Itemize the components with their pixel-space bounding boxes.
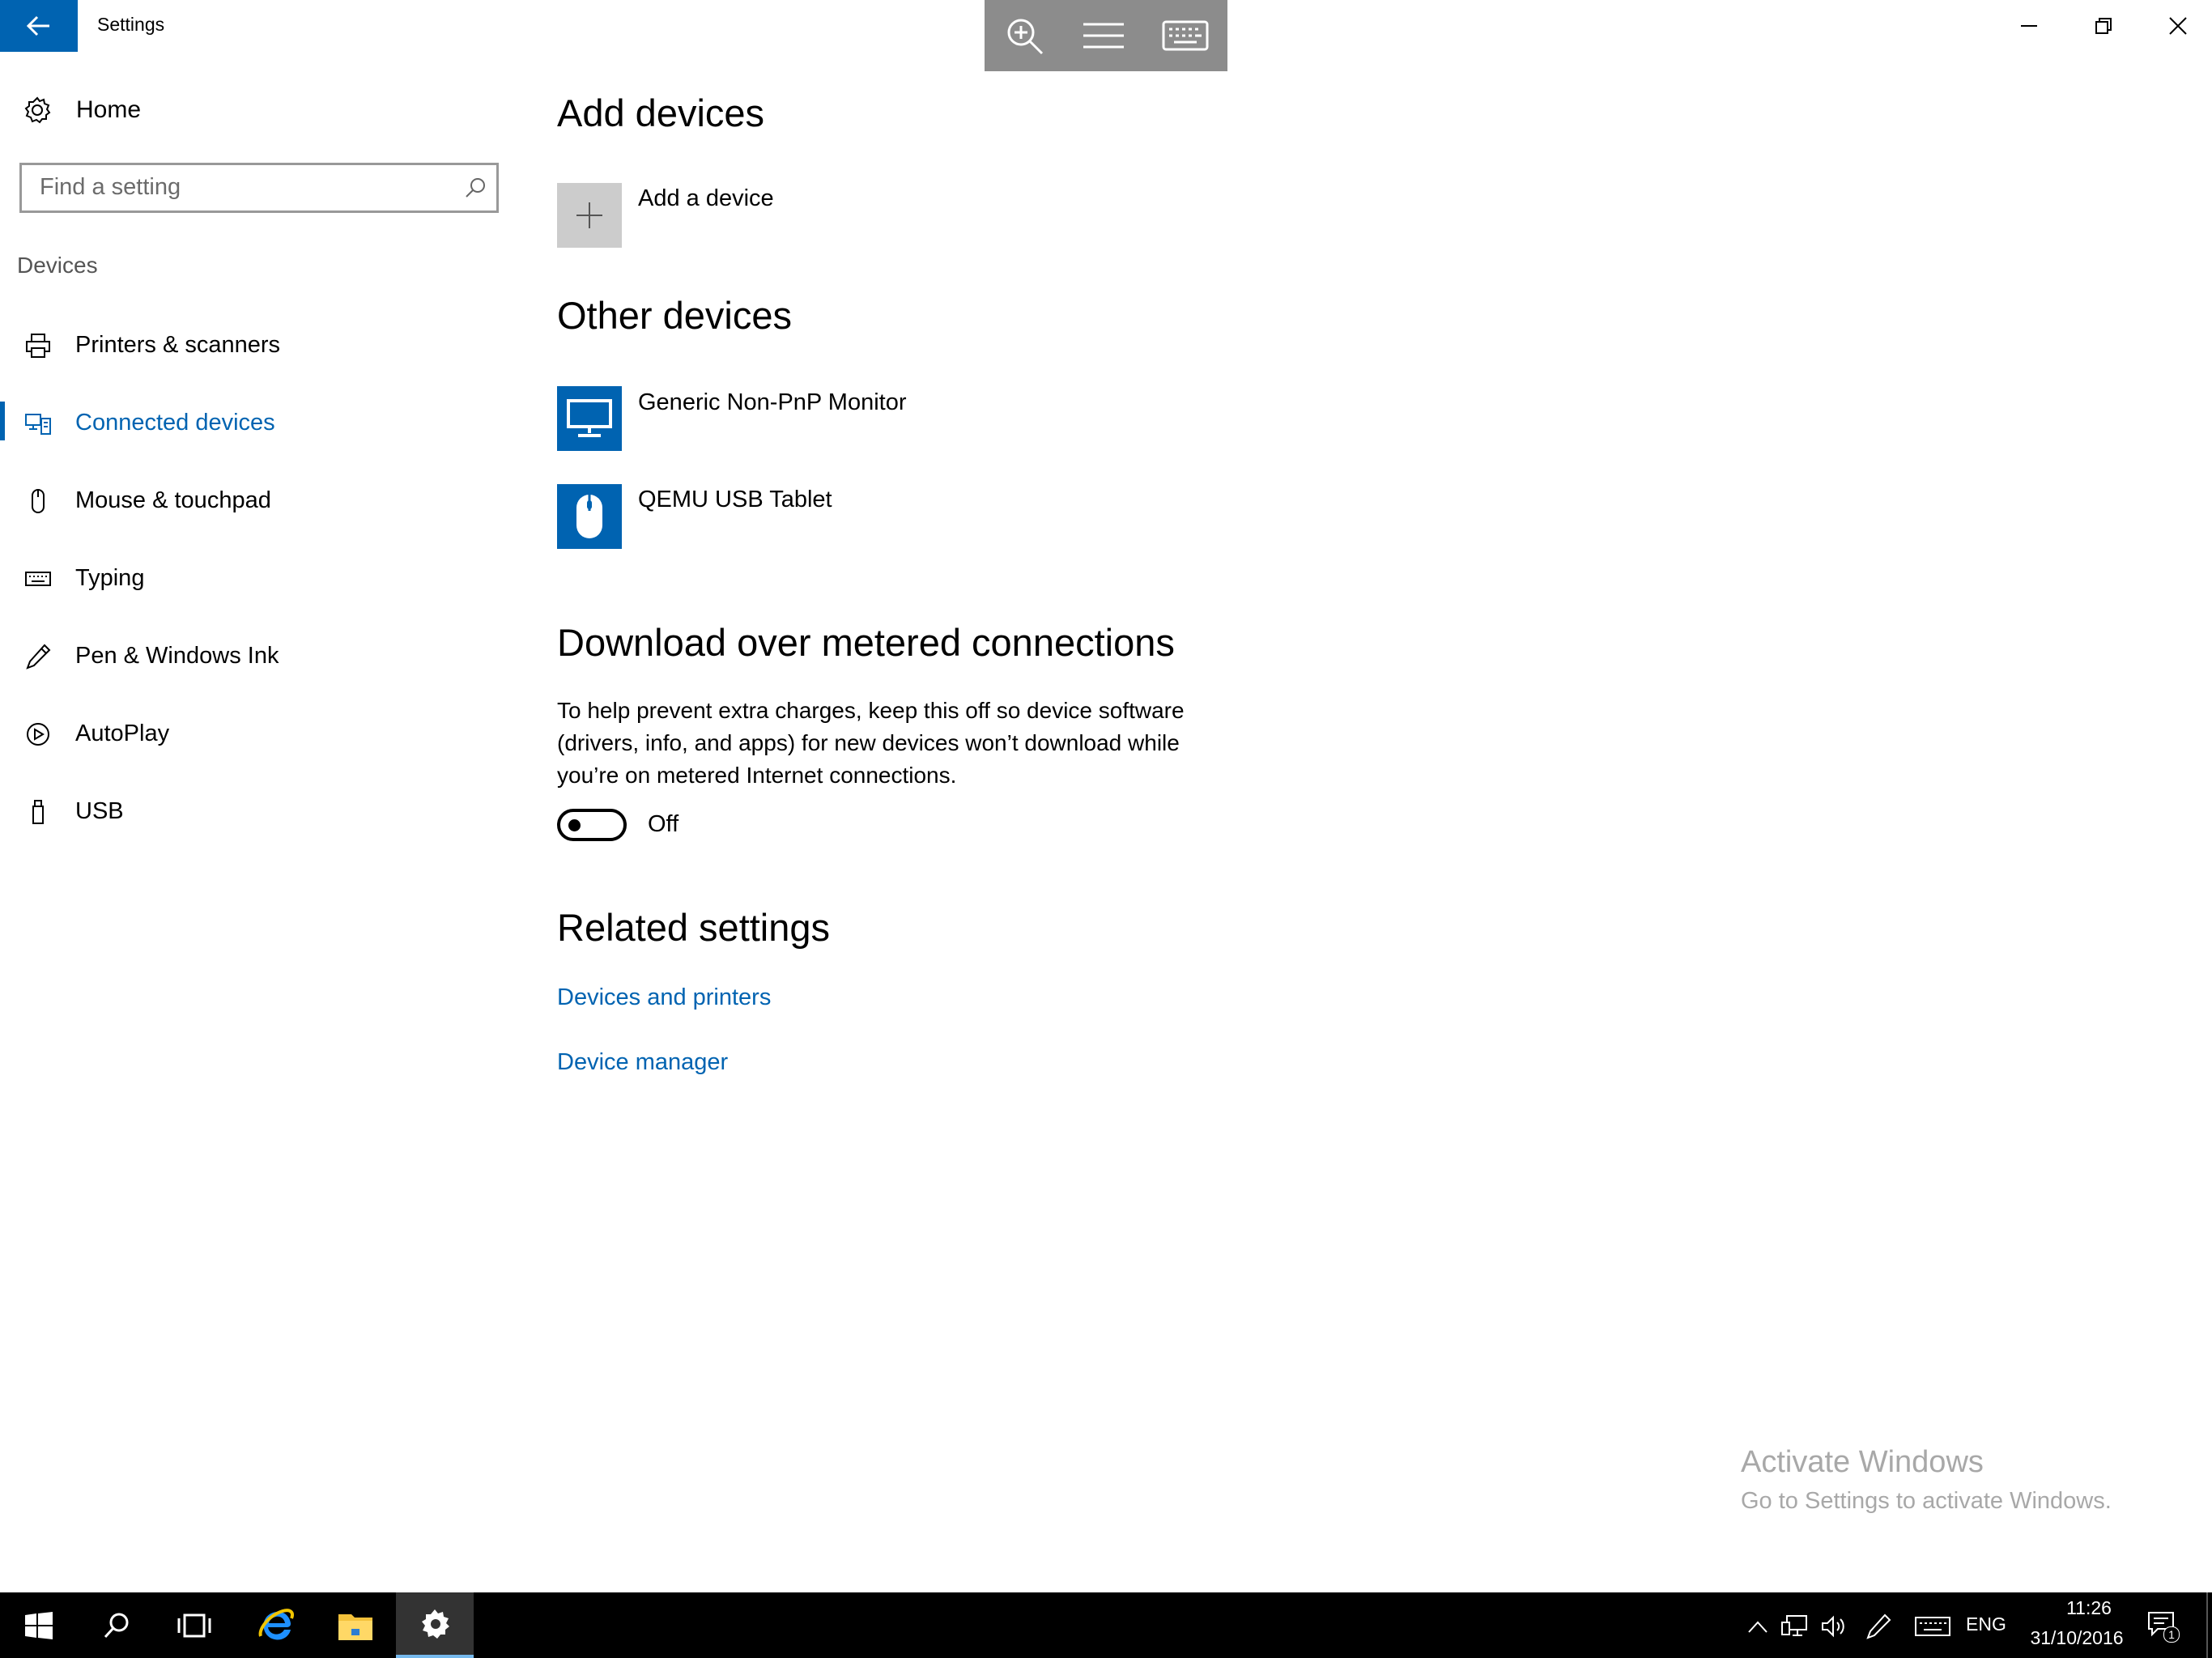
sidebar-item-label: Printers & scanners [75, 331, 281, 358]
device-manager-link[interactable]: Device manager [557, 1049, 728, 1076]
metered-description: To help prevent extra charges, keep this… [557, 698, 1185, 788]
add-device-button[interactable] [557, 183, 622, 248]
sidebar-item-mouse-touchpad[interactable]: Mouse & touchpad [0, 461, 510, 539]
notification-count-badge: 1 [2163, 1626, 2180, 1643]
action-center-button[interactable]: 1 [2146, 1609, 2180, 1643]
internet-explorer-icon [258, 1608, 294, 1639]
keyboard-button[interactable] [1162, 19, 1209, 52]
sidebar-item-typing[interactable]: Typing [0, 539, 510, 617]
sidebar-item-label: Mouse & touchpad [75, 487, 271, 513]
sidebar-item-autoplay[interactable]: AutoPlay [0, 695, 510, 772]
restore-icon [2095, 18, 2112, 34]
toggle-state-label: Off [648, 811, 679, 837]
zoom-in-icon [1007, 19, 1043, 55]
menu-button[interactable] [1082, 22, 1125, 49]
add-device-label[interactable]: Add a device [638, 185, 774, 212]
sidebar-item-pen-windows-ink[interactable]: Pen & Windows Ink [0, 617, 510, 695]
task-view-button[interactable] [155, 1592, 233, 1658]
gear-icon [24, 96, 51, 124]
device-name[interactable]: QEMU USB Tablet [638, 487, 832, 513]
sidebar-item-label: AutoPlay [75, 720, 170, 746]
pen-icon [1866, 1613, 1891, 1639]
keyboard-icon [1915, 1617, 1950, 1636]
windows-logo-icon [25, 1611, 53, 1639]
show-hidden-icons-button[interactable] [1742, 1610, 1774, 1643]
zoom-button[interactable] [1003, 15, 1045, 57]
settings-taskbar-button[interactable] [396, 1592, 474, 1658]
clock-time[interactable]: 11:26 [2048, 1597, 2129, 1619]
back-arrow-icon [27, 15, 49, 36]
windows-ink-button[interactable] [1862, 1610, 1895, 1643]
task-view-icon [177, 1613, 211, 1637]
volume-button[interactable] [1818, 1610, 1850, 1643]
touch-toolbar [985, 0, 1227, 71]
keyboard-icon [1162, 20, 1209, 51]
add-devices-heading: Add devices [557, 91, 765, 134]
toggle-knob [568, 819, 581, 831]
active-indicator [0, 402, 5, 440]
network-icon [1781, 1615, 1807, 1636]
device-name[interactable]: Generic Non-PnP Monitor [638, 389, 907, 416]
search-button[interactable] [78, 1592, 155, 1658]
sidebar-item-label: Pen & Windows Ink [75, 642, 279, 669]
search-icon [104, 1613, 129, 1638]
sidebar-item-label: Typing [75, 564, 145, 591]
metered-toggle[interactable] [557, 809, 627, 841]
mouse-icon [24, 487, 52, 515]
search-box[interactable] [19, 163, 499, 213]
sidebar-item-label: USB [75, 797, 124, 824]
sidebar-group-title: Devices [17, 253, 98, 278]
device-tile[interactable] [557, 386, 622, 451]
speaker-icon [1822, 1615, 1844, 1638]
search-icon[interactable] [464, 176, 487, 199]
input-language[interactable]: ENG [1966, 1613, 2006, 1635]
close-button[interactable] [2141, 0, 2212, 52]
taskbar: ENG 11:26 31/10/2016 1 [0, 1592, 2212, 1658]
clock-date[interactable]: 31/10/2016 [2024, 1627, 2129, 1649]
related-settings-heading: Related settings [557, 906, 831, 949]
sidebar-item-printers-scanners[interactable]: Printers & scanners [0, 306, 510, 384]
printer-icon [24, 332, 52, 359]
internet-explorer-button[interactable] [237, 1592, 315, 1658]
sidebar-item-usb[interactable]: USB [0, 772, 510, 850]
devices-and-printers-link[interactable]: Devices and printers [557, 984, 771, 1011]
other-devices-heading: Other devices [557, 294, 792, 337]
home-label: Home [76, 96, 142, 123]
restore-button[interactable] [2066, 0, 2141, 52]
activation-watermark-title: Activate Windows [1741, 1445, 1984, 1479]
search-input[interactable] [38, 173, 446, 202]
close-icon [2169, 17, 2187, 35]
pen-icon [24, 643, 52, 670]
activation-watermark-subtitle: Go to Settings to activate Windows. [1741, 1488, 2112, 1514]
home-nav-item[interactable]: Home [23, 96, 141, 125]
touch-keyboard-button[interactable] [1912, 1610, 1953, 1643]
metered-heading: Download over metered connections [557, 621, 1175, 664]
show-desktop-button[interactable] [2206, 1592, 2208, 1658]
plus-icon [576, 202, 602, 228]
autoplay-icon [24, 721, 52, 748]
start-button[interactable] [0, 1592, 78, 1658]
network-button[interactable] [1778, 1610, 1810, 1643]
file-explorer-button[interactable] [317, 1592, 394, 1658]
minimize-icon [2021, 25, 2037, 27]
back-button[interactable] [0, 0, 78, 52]
folder-icon [338, 1613, 372, 1640]
sidebar-item-label: Connected devices [75, 409, 275, 436]
monitor-icon [567, 399, 612, 437]
sidebar-item-connected-devices[interactable]: Connected devices [0, 384, 510, 461]
keyboard-icon [24, 565, 52, 593]
usb-icon [24, 798, 52, 826]
mouse-icon [576, 495, 602, 538]
chevron-up-icon [1748, 1621, 1767, 1633]
connected-devices-icon [24, 410, 52, 437]
hamburger-icon [1083, 23, 1124, 49]
window-title: Settings [97, 14, 165, 35]
device-tile[interactable] [557, 484, 622, 549]
minimize-button[interactable] [1992, 0, 2066, 52]
gear-icon [422, 1609, 449, 1639]
